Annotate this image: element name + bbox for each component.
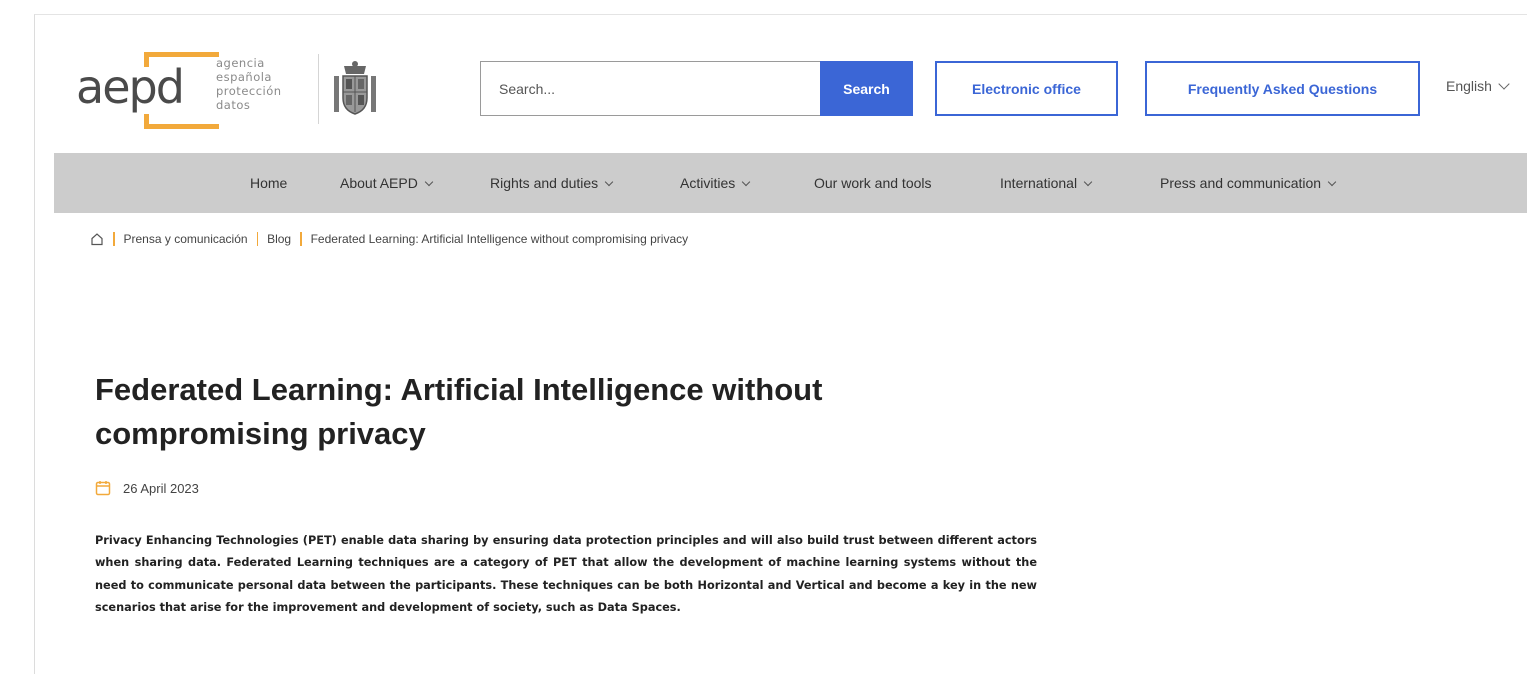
nav-item-label: Activities bbox=[680, 175, 736, 191]
breadcrumb-item[interactable]: Blog bbox=[267, 232, 291, 246]
nav-item-label: Press and communication bbox=[1160, 175, 1322, 191]
chevron-down-icon bbox=[1083, 177, 1093, 187]
logo-word: aepd bbox=[76, 60, 185, 114]
chevron-down-icon bbox=[1327, 177, 1337, 187]
breadcrumb-separator bbox=[256, 232, 259, 246]
nav-item-label: International bbox=[1000, 175, 1078, 191]
logo-tagline-line: española bbox=[216, 70, 272, 84]
breadcrumb: Prensa y comunicación Blog Federated Lea… bbox=[90, 229, 688, 249]
logo-tagline-line: protección bbox=[216, 84, 282, 98]
article-date-text: 26 April 2023 bbox=[123, 480, 199, 496]
logo-divider bbox=[318, 54, 319, 124]
logo-tagline-line: agencia bbox=[216, 56, 265, 70]
language-label: English bbox=[1446, 78, 1492, 94]
nav-item-label: Our work and tools bbox=[814, 175, 932, 191]
electronic-office-button[interactable]: Electronic office bbox=[935, 61, 1118, 116]
breadcrumb-item[interactable]: Prensa y comunicación bbox=[124, 232, 248, 246]
chevron-down-icon bbox=[1498, 78, 1510, 90]
logo-tagline-line: datos bbox=[216, 98, 251, 112]
breadcrumb-separator bbox=[300, 232, 302, 246]
faq-button[interactable]: Frequently Asked Questions bbox=[1145, 61, 1420, 116]
logo-bracket-bottom bbox=[144, 114, 219, 129]
nav-item-about-aepd[interactable]: About AEPD bbox=[340, 153, 434, 213]
chevron-down-icon bbox=[604, 177, 614, 187]
nav-item-label: About AEPD bbox=[340, 175, 418, 191]
nav-item-our-work-and-tools[interactable]: Our work and tools bbox=[814, 153, 932, 213]
nav-item-home[interactable]: Home bbox=[250, 153, 287, 213]
breadcrumb-separator bbox=[113, 232, 115, 246]
nav-item-press-and-communication[interactable]: Press and communication bbox=[1160, 153, 1337, 213]
nav-item-label: Rights and duties bbox=[490, 175, 599, 191]
nav-item-activities[interactable]: Activities bbox=[680, 153, 751, 213]
search-input[interactable] bbox=[480, 61, 820, 116]
article-date: 26 April 2023 bbox=[95, 478, 199, 498]
main-nav: Home About AEPD Rights and duties Activi… bbox=[54, 153, 1527, 213]
logo-tagline: agencia española protección datos bbox=[216, 56, 316, 112]
breadcrumb-current: Federated Learning: Artificial Intellige… bbox=[310, 232, 689, 246]
chevron-down-icon bbox=[424, 177, 434, 187]
nav-item-label: Home bbox=[250, 175, 288, 191]
search-button[interactable]: Search bbox=[820, 61, 913, 116]
article-title: Federated Learning: Artificial Intellige… bbox=[95, 372, 823, 451]
nav-item-international[interactable]: International bbox=[1000, 153, 1093, 213]
calendar-icon bbox=[95, 481, 111, 496]
search-bar: Search bbox=[480, 61, 913, 116]
home-icon[interactable] bbox=[90, 232, 104, 246]
coat-of-arms-icon bbox=[334, 61, 376, 115]
chevron-down-icon bbox=[741, 177, 751, 187]
aepd-logo[interactable]: aepd agencia española protección datos bbox=[76, 52, 316, 130]
article-body: Privacy Enhancing Technologies (PET) ena… bbox=[95, 534, 1037, 615]
nav-item-rights-and-duties[interactable]: Rights and duties bbox=[490, 153, 614, 213]
language-selector[interactable]: English bbox=[1446, 78, 1510, 94]
